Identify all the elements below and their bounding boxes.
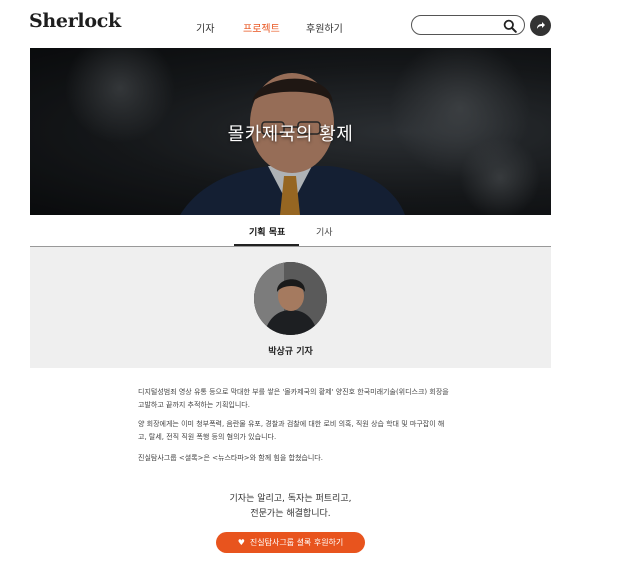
intro-paragraph-2: 양 회장에게는 이미 청부폭력, 음란물 유포, 경찰과 검찰에 대한 로비 의… [138,418,458,444]
search-box [411,15,525,35]
active-tab-indicator [234,244,299,246]
share-button[interactable] [530,15,551,36]
paragraph-line: 고, 탈세, 전직 직원 폭행 등의 혐의가 있습니다. [138,433,277,441]
paragraph-line: 양 회장에게는 이미 청부폭력, 음란물 유포, 경찰과 검찰에 대한 로비 의… [138,420,445,428]
support-button-label: 진실탐사그룹 셜록 후원하기 [249,538,344,547]
intro-paragraph-1: 디지털성범죄 영상 유통 등으로 막대한 부를 쌓은 '몰카제국의 황제' 양진… [138,386,458,412]
share-arrow-icon [537,22,545,29]
nav-reporters[interactable]: 기자 [196,20,214,35]
search-input[interactable] [420,18,504,34]
nav-projects[interactable]: 프로젝트 [243,20,280,35]
intro-paragraph-3: 진실탐사그룹 <셜록>은 <뉴스타파>와 함께 힘을 합쳤습니다. [138,454,323,462]
site-logo[interactable]: Sherlock [29,10,121,32]
site-header: Sherlock 기자 프로젝트 후원하기 [0,0,640,50]
nav-support[interactable]: 후원하기 [306,20,343,35]
hero-title: 몰카제국의 황제 [227,124,354,145]
slogan-line-2: 전문가는 해결합니다. [250,509,331,519]
support-button[interactable]: ♥ 진실탐사그룹 셜록 후원하기 [216,532,365,553]
reporter-avatar[interactable] [254,262,327,335]
paragraph-line: 디지털성범죄 영상 유통 등으로 막대한 부를 쌓은 '몰카제국의 황제' 양진… [138,388,449,396]
reporter-name[interactable]: 박상규 기자 [0,344,581,357]
heart-icon: ♥ [237,538,245,547]
slogan-line-1: 기자는 알리고, 독자는 퍼트리고, [229,494,352,504]
reporter-photo [254,262,327,335]
tab-project-goal[interactable]: 기획 목표 [249,225,285,238]
tab-articles[interactable]: 기사 [316,225,333,238]
search-icon[interactable] [503,19,517,33]
project-tabs: 기획 목표 기사 [30,215,551,247]
paragraph-line: 고발하고 끝까지 추적하는 기획입니다. [138,401,250,409]
hero-banner: 몰카제국의 황제 [30,48,551,215]
